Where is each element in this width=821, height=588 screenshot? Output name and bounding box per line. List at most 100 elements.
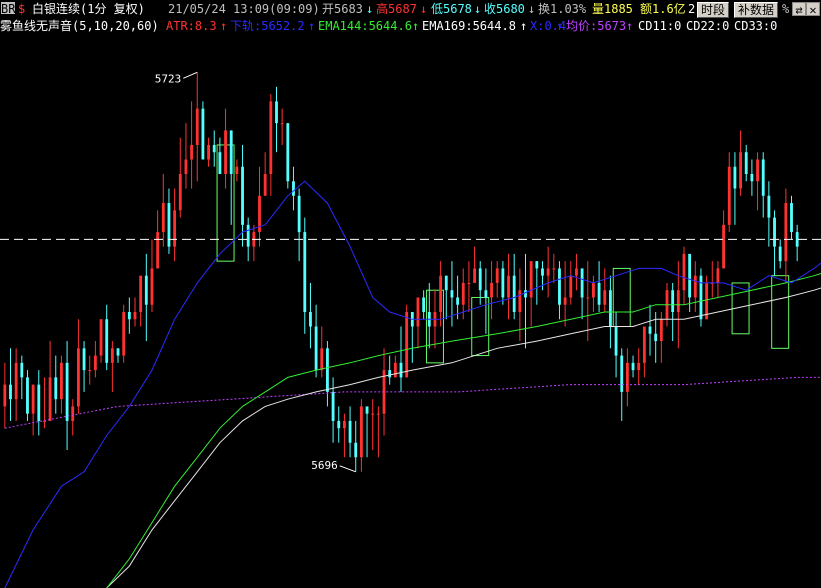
candle-body-59 bbox=[337, 420, 341, 429]
candle-body-33 bbox=[190, 144, 194, 160]
candle-body-114 bbox=[648, 326, 652, 334]
candle-body-64 bbox=[365, 406, 369, 414]
candle-body-136 bbox=[773, 217, 776, 247]
br-badge[interactable]: BR bbox=[1, 2, 15, 16]
candle-body-65 bbox=[371, 413, 375, 415]
low-price: 低5678 bbox=[431, 2, 472, 16]
candle-body-40 bbox=[229, 130, 233, 174]
ema144-value: EMA144:5644.6 bbox=[318, 19, 412, 33]
candle-body-21 bbox=[122, 312, 126, 356]
candle-body-132 bbox=[750, 174, 754, 182]
candle-body-105 bbox=[597, 282, 601, 305]
indicator-name: 雾鱼线无声音(5,10,20,60) bbox=[0, 19, 159, 33]
ema169-value: EMA169:5644.8 bbox=[422, 19, 516, 33]
candle-body-20 bbox=[116, 348, 120, 356]
lower-up-arrow-icon: ↑ bbox=[308, 19, 316, 33]
atr-value: ATR:8.3 bbox=[166, 19, 217, 33]
candle-body-24 bbox=[139, 275, 143, 312]
candle-body-41 bbox=[235, 166, 239, 174]
cd22-value: CD22:0 bbox=[686, 19, 730, 33]
candle-body-62 bbox=[354, 442, 358, 458]
candle-body-126 bbox=[716, 268, 720, 283]
candle-body-63 bbox=[359, 406, 363, 458]
avg-price-value: 均价:5673 bbox=[566, 19, 627, 33]
period-button[interactable]: 时段 bbox=[697, 2, 730, 18]
candle-body-130 bbox=[739, 152, 742, 189]
candle-body-115 bbox=[654, 333, 658, 342]
candle-body-34 bbox=[195, 108, 199, 145]
candle-body-66 bbox=[376, 413, 380, 415]
candle-body-83 bbox=[473, 268, 476, 283]
candle-body-98 bbox=[558, 268, 561, 305]
fill-data-button[interactable]: 补数据 bbox=[734, 2, 779, 18]
candle-body-128 bbox=[727, 166, 731, 225]
candle-body-82 bbox=[467, 282, 471, 284]
lower-band-value: 下轨:5652.2 bbox=[230, 19, 305, 33]
candle-body-35 bbox=[201, 108, 205, 160]
candle-body-54 bbox=[309, 312, 312, 327]
candle-body-42 bbox=[241, 166, 244, 225]
candle-body-26 bbox=[150, 268, 154, 305]
candle-body-39 bbox=[224, 130, 227, 174]
candle-body-1 bbox=[9, 384, 12, 400]
candle-body-89 bbox=[507, 275, 510, 298]
high-down-arrow-icon: ↓ bbox=[420, 2, 428, 16]
candle-body-53 bbox=[303, 232, 307, 312]
candle-body-71 bbox=[405, 312, 409, 378]
candle-body-84 bbox=[478, 268, 482, 291]
candle-body-107 bbox=[608, 290, 612, 327]
candle-body-6 bbox=[37, 384, 41, 421]
kline-chart[interactable]: 5723 5696 bbox=[0, 0, 821, 588]
chart-background bbox=[0, 0, 821, 588]
candle-body-13 bbox=[76, 348, 80, 407]
candle-body-30 bbox=[173, 210, 177, 247]
indicator-bar: 雾鱼线无声音(5,10,20,60) ATR:8.3 ↑ 下轨:5652.2 ↑… bbox=[0, 18, 821, 36]
atr-up-arrow-icon: ↑ bbox=[220, 19, 228, 33]
swap-icon[interactable]: ⇄ bbox=[792, 2, 806, 17]
candle-body-25 bbox=[144, 275, 148, 305]
volume-text: 量1885 bbox=[592, 2, 633, 16]
candle-body-74 bbox=[422, 297, 426, 312]
candle-body-92 bbox=[524, 290, 527, 298]
cd33-value: CD33:0 bbox=[734, 19, 778, 33]
candle-body-97 bbox=[552, 268, 556, 270]
candle-body-70 bbox=[399, 362, 403, 378]
candle-body-46 bbox=[263, 174, 267, 196]
candle-body-101 bbox=[575, 268, 578, 276]
candle-body-36 bbox=[207, 144, 210, 160]
candle-body-94 bbox=[535, 261, 539, 269]
candle-body-4 bbox=[26, 377, 29, 414]
candle-body-87 bbox=[495, 268, 499, 283]
candle-body-137 bbox=[778, 246, 782, 262]
candle-body-99 bbox=[563, 297, 567, 305]
candle-body-0 bbox=[3, 384, 7, 407]
close-icon[interactable]: ✕ bbox=[806, 2, 820, 17]
candle-body-73 bbox=[416, 297, 420, 327]
candle-body-50 bbox=[286, 123, 290, 182]
candle-body-55 bbox=[314, 326, 318, 371]
quote-header: BR $ 白银连续(1分 复权) 21/05/24 13:09(09:09) 开… bbox=[0, 0, 821, 18]
candle-body-139 bbox=[790, 203, 793, 233]
candle-body-38 bbox=[218, 152, 222, 174]
candle-body-120 bbox=[682, 253, 686, 291]
candle-body-119 bbox=[676, 290, 680, 312]
candle-body-3 bbox=[20, 362, 24, 378]
candle-body-47 bbox=[269, 101, 273, 174]
candle-body-8 bbox=[48, 377, 52, 421]
candle-body-81 bbox=[461, 282, 465, 305]
candle-body-118 bbox=[671, 290, 675, 312]
candle-body-10 bbox=[60, 362, 63, 400]
candle-body-11 bbox=[65, 362, 69, 421]
avg-up-arrow-icon: ↑ bbox=[626, 19, 634, 33]
candle-body-110 bbox=[625, 362, 629, 392]
percent-tail: % bbox=[782, 2, 790, 16]
candle-body-95 bbox=[541, 268, 544, 276]
close-down-arrow-icon: ↓ bbox=[528, 2, 536, 16]
candle-body-14 bbox=[82, 348, 86, 371]
candle-body-23 bbox=[133, 312, 137, 320]
candle-body-9 bbox=[54, 377, 58, 400]
candle-body-57 bbox=[326, 348, 329, 392]
ema144-up-arrow-icon: ↑ bbox=[412, 19, 420, 33]
min-price-label: 5696 bbox=[311, 459, 338, 472]
candle-body-93 bbox=[529, 261, 533, 298]
